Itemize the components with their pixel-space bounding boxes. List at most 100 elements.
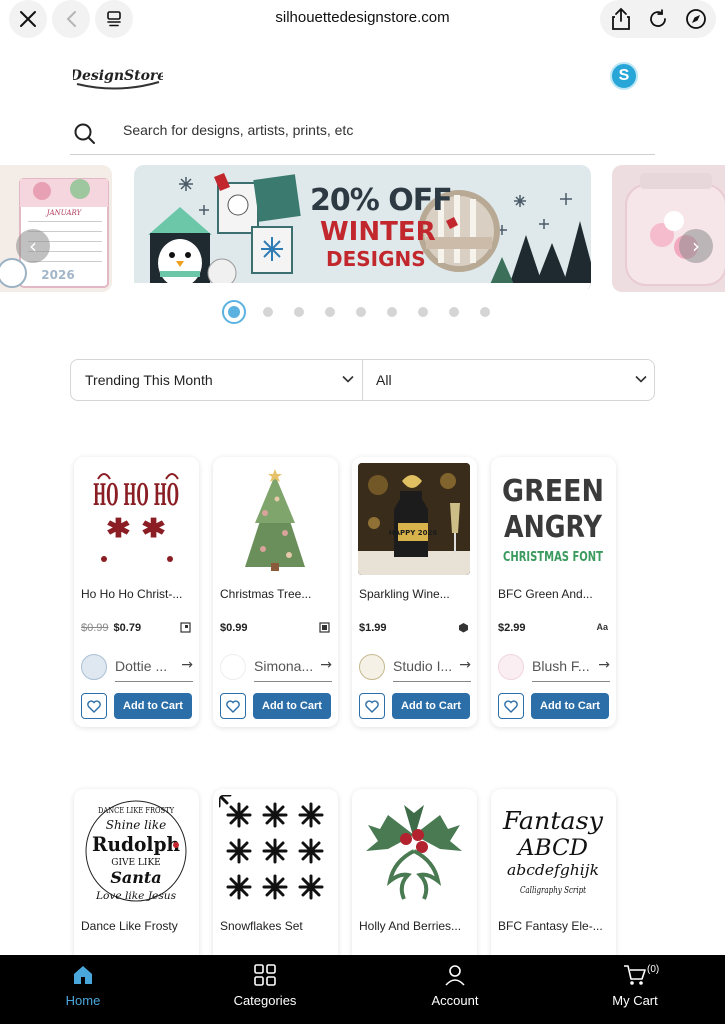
product-card[interactable]: HO HO HO ✱ ✱ Ho Ho Ho Christ-... $0.99 $0… [74, 457, 199, 727]
product-thumb-line-6: Love like Jesus [95, 891, 176, 902]
nav-categories-label: Categories [233, 993, 297, 1008]
product-title[interactable]: Dance Like Frosty [81, 919, 196, 933]
arrow-right-icon: → [459, 657, 471, 673]
chevron-down-icon [635, 375, 647, 383]
filter-bar: Trending This Month All [70, 359, 655, 401]
calendar-slide[interactable]: JANUARY 2026 [0, 165, 112, 292]
nav-account-label: Account [431, 993, 479, 1008]
carousel-dot[interactable] [418, 307, 428, 317]
carousel-dot[interactable] [480, 307, 490, 317]
search-input[interactable] [123, 122, 623, 138]
designer-underline [115, 681, 193, 682]
product-thumb-line-3: Rudolph [92, 832, 180, 856]
favorite-button[interactable] [220, 693, 246, 719]
product-thumb-line-1: GREEN [502, 474, 604, 509]
product-title[interactable]: Snowflakes Set [220, 919, 335, 933]
carousel-dot[interactable] [356, 307, 366, 317]
carousel-next-button[interactable]: › [679, 229, 713, 263]
arrow-right-icon: → [320, 657, 332, 673]
designer-link[interactable]: Studio I... → [359, 654, 471, 682]
product-card[interactable]: HAPPY 2026 Sparkling Wine... $1.99 Studi… [352, 457, 477, 727]
favorite-button[interactable] [359, 693, 385, 719]
product-title[interactable]: Ho Ho Ho Christ-... [81, 587, 196, 601]
product-thumb-text: HAPPY 2026 [389, 529, 438, 537]
favorite-button[interactable] [81, 693, 107, 719]
product-image[interactable] [219, 795, 331, 907]
add-to-cart-button[interactable]: Add to Cart [253, 693, 331, 719]
product-title[interactable]: Sparkling Wine... [359, 587, 474, 601]
carousel-pagination [222, 300, 511, 324]
nav-categories[interactable]: Categories [225, 955, 305, 1024]
nav-home[interactable]: Home [52, 955, 114, 1024]
product-image[interactable] [219, 463, 331, 575]
favorite-button[interactable] [498, 693, 524, 719]
browser-actions [600, 0, 716, 38]
designer-underline [393, 681, 471, 682]
product-thumb-line-1: DANCE LIKE FROSTY [98, 806, 175, 815]
svg-text:✱ ✱: ✱ ✱ [106, 514, 166, 544]
nav-home-label: Home [65, 993, 101, 1008]
product-card[interactable]: Christmas Tree... $0.99 Simona... → Add … [213, 457, 338, 727]
print-file-icon [319, 622, 330, 633]
sort-dropdown-value: Trending This Month [85, 372, 213, 388]
design-store-logo[interactable]: DesignStore [73, 62, 163, 92]
chevron-down-icon [342, 375, 354, 383]
designer-avatar [359, 654, 385, 680]
share-icon[interactable] [609, 7, 633, 31]
price: $2.99 [498, 622, 526, 634]
designer-underline [254, 681, 332, 682]
designer-link[interactable]: Blush F... → [498, 654, 610, 682]
carousel-dot-active[interactable] [222, 300, 246, 324]
product-title[interactable]: BFC Green And... [498, 587, 613, 601]
product-image[interactable]: HO HO HO ✱ ✱ [80, 463, 192, 575]
user-icon [445, 965, 465, 986]
carousel-dot[interactable] [387, 307, 397, 317]
grid-icon [254, 964, 276, 986]
add-to-cart-button[interactable]: Add to Cart [114, 693, 192, 719]
search-bar [70, 112, 655, 155]
carousel-dot[interactable] [449, 307, 459, 317]
jar-slide[interactable] [612, 165, 725, 292]
product-image[interactable]: DANCE LIKE FROSTY Shine like Rudolph GIV… [80, 795, 192, 907]
product-thumb-line-2: ANGRY [504, 510, 603, 545]
reload-icon[interactable] [646, 7, 670, 31]
product-image[interactable]: Fantasy ABCD abcdefghijk Calligraphy Scr… [497, 795, 609, 907]
carousel-prev-button[interactable]: ‹ [16, 229, 50, 263]
page: silhouettedesignstore.com DesignStore S [0, 0, 725, 1024]
original-price: $0.99 [81, 622, 109, 634]
product-title[interactable]: BFC Fantasy Ele-... [498, 919, 613, 933]
holly-graphic [366, 805, 462, 900]
product-image[interactable]: HAPPY 2026 [358, 463, 470, 575]
product-card[interactable]: GREEN ANGRY CHRISTMAS FONT BFC Green And… [491, 457, 616, 727]
calendar-month: JANUARY [45, 209, 83, 217]
browser-toolbar: silhouettedesignstore.com [0, 0, 725, 38]
search-icon[interactable] [73, 122, 97, 146]
snowflakes-graphic [219, 795, 324, 900]
add-to-cart-button[interactable]: Add to Cart [392, 693, 470, 719]
sort-dropdown[interactable]: Trending This Month [85, 360, 355, 400]
winter-sale-banner[interactable]: 20% OFF WINTER DESIGNS [134, 165, 591, 292]
nav-cart[interactable]: My Cart [600, 955, 670, 1024]
account-avatar[interactable]: S [610, 62, 638, 90]
compass-icon[interactable] [684, 7, 708, 31]
designer-link[interactable]: Simona... → [220, 654, 332, 682]
heart-icon [365, 699, 379, 713]
product-image[interactable]: GREEN ANGRY CHRISTMAS FONT [497, 463, 609, 575]
nav-account[interactable]: Account [420, 955, 490, 1024]
product-title[interactable]: Holly And Berries... [359, 919, 474, 933]
product-image[interactable] [358, 795, 470, 907]
carousel-dot[interactable] [294, 307, 304, 317]
add-to-cart-button[interactable]: Add to Cart [531, 693, 609, 719]
carousel-dot[interactable] [263, 307, 273, 317]
category-dropdown[interactable]: All [376, 360, 654, 400]
designer-link[interactable]: Dottie ... → [81, 654, 193, 682]
calendar-graphic: JANUARY 2026 [0, 178, 109, 288]
heart-icon [504, 699, 518, 713]
arrow-right-icon: → [181, 657, 193, 673]
product-title[interactable]: Christmas Tree... [220, 587, 335, 601]
filter-divider [362, 360, 363, 400]
nav-cart-label: My Cart [612, 993, 658, 1008]
price-row: $0.99 $0.79 [81, 622, 193, 636]
designer-avatar [220, 654, 246, 680]
carousel-dot[interactable] [325, 307, 335, 317]
